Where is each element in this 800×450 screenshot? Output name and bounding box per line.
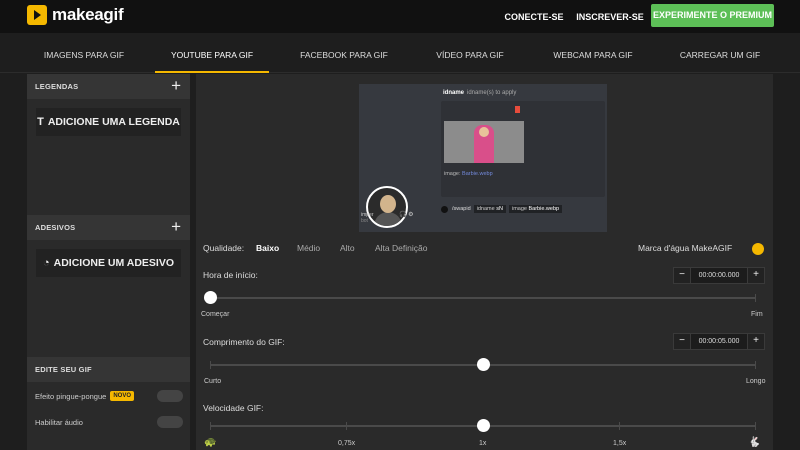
start-min-label: Começar bbox=[201, 311, 230, 318]
start-max-label: Fim bbox=[751, 311, 763, 318]
add-caption-plus-icon[interactable]: + bbox=[171, 77, 181, 94]
gif-length-label: Comprimento do GIF: bbox=[203, 337, 285, 347]
start-time-minus-button[interactable]: − bbox=[673, 267, 691, 284]
preview-message-card: image: Barbie.webp bbox=[441, 101, 605, 197]
signup-button[interactable]: INSCREVER-SE bbox=[576, 6, 644, 28]
add-caption-label: ADICIONE UMA LEGENDA bbox=[47, 116, 180, 128]
audio-option: Habilitar áudio bbox=[35, 414, 183, 430]
quality-low[interactable]: Baixo bbox=[256, 243, 279, 253]
captions-header: LEGENDAS + bbox=[27, 74, 190, 99]
speed-mark-1: 1x bbox=[479, 440, 487, 447]
logo[interactable]: makeagif bbox=[27, 5, 124, 25]
preview-command-hint: idname(s) to apply bbox=[467, 90, 517, 96]
tab-upload-gif[interactable]: CARREGAR UM GIF bbox=[668, 33, 772, 73]
preview-command-name: idname bbox=[443, 90, 465, 96]
preview-username: imper bot bbox=[361, 212, 374, 224]
watermark-toggle[interactable] bbox=[752, 243, 764, 255]
preview-image-caption: image: Barbie.webp bbox=[444, 171, 493, 177]
tab-bar: IMAGENS PARA GIF YOUTUBE PARA GIF FACEBO… bbox=[0, 33, 800, 73]
add-sticker-label: ADICIONE UM ADESIVO bbox=[53, 257, 175, 269]
gif-length-slider-thumb[interactable] bbox=[477, 358, 490, 371]
gif-speed-slider[interactable] bbox=[210, 419, 756, 432]
speed-mark-075: 0,75x bbox=[338, 440, 356, 447]
stickers-header: ADESIVOS + bbox=[27, 215, 190, 240]
gif-speed-label: Velocidade GIF: bbox=[203, 403, 264, 413]
add-sticker-plus-icon[interactable]: + bbox=[171, 218, 181, 235]
preview-command-header: idname idname(s) to apply bbox=[443, 90, 516, 96]
pingpong-option: Efeito pingue-pongue NOVO bbox=[35, 388, 183, 404]
gif-length-stepper: − 00:00:05.000 + bbox=[673, 333, 765, 350]
preview-image bbox=[444, 121, 524, 163]
quality-medium[interactable]: Médio bbox=[297, 243, 320, 253]
tab-facebook-to-gif[interactable]: FACEBOOK PARA GIF bbox=[290, 33, 398, 73]
chip-idname: idname sN bbox=[473, 205, 506, 213]
start-time-slider[interactable] bbox=[204, 291, 756, 304]
start-time-plus-button[interactable]: + bbox=[747, 267, 765, 284]
captions-title: LEGENDAS bbox=[35, 82, 79, 91]
add-caption-button[interactable]: T ADICIONE UMA LEGENDA bbox=[36, 108, 181, 136]
quality-label: Qualidade: bbox=[203, 243, 245, 253]
logo-play-icon bbox=[27, 5, 47, 25]
edit-gif-title: EDITE SEU GIF bbox=[35, 365, 92, 374]
gif-length-minus-button[interactable]: − bbox=[673, 333, 691, 350]
start-time-stepper: − 00:00:00.000 + bbox=[673, 267, 765, 284]
logo-text: makeagif bbox=[52, 5, 124, 24]
editor-panel: idname idname(s) to apply image: Barbie.w… bbox=[196, 74, 773, 450]
tab-youtube-to-gif[interactable]: YOUTUBE PARA GIF bbox=[155, 33, 269, 73]
preview-command: /swapid bbox=[452, 206, 471, 212]
gif-length-input[interactable]: 00:00:05.000 bbox=[691, 333, 747, 350]
quality-hd[interactable]: Alta Definição bbox=[375, 243, 427, 253]
quality-high[interactable]: Alto bbox=[340, 243, 355, 253]
sticker-icon: ◔ bbox=[42, 257, 50, 269]
edit-gif-header: EDITE SEU GIF bbox=[27, 357, 190, 382]
start-time-slider-thumb[interactable] bbox=[204, 291, 217, 304]
gif-length-plus-button[interactable]: + bbox=[747, 333, 765, 350]
add-sticker-button[interactable]: ◔ ADICIONE UM ADESIVO bbox=[36, 249, 181, 277]
new-badge: NOVO bbox=[110, 391, 134, 401]
pingpong-label: Efeito pingue-pongue bbox=[35, 391, 107, 401]
gif-preview[interactable]: idname idname(s) to apply image: Barbie.w… bbox=[359, 84, 607, 232]
watermark-label: Marca d'água MakeAGIF bbox=[638, 243, 733, 253]
stickers-title: ADESIVOS bbox=[35, 223, 76, 232]
sidebar: LEGENDAS + T ADICIONE UMA LEGENDA ADESIV… bbox=[27, 74, 190, 450]
rabbit-icon: 🐇 bbox=[748, 437, 761, 448]
chip-image: image Barbie.webp bbox=[508, 205, 563, 213]
premium-button[interactable]: EXPERIMENTE O PREMIUM bbox=[651, 4, 774, 27]
login-button[interactable]: CONECTE-SE bbox=[503, 6, 565, 28]
gif-speed-slider-thumb[interactable] bbox=[477, 419, 490, 432]
text-icon: T bbox=[37, 116, 44, 128]
headset-icon: 🎧 ⚙ bbox=[399, 212, 414, 218]
gif-length-slider[interactable] bbox=[210, 358, 756, 371]
length-min-label: Curto bbox=[204, 378, 222, 385]
top-bar: makeagif CONECTE-SE INSCREVER-SE EXPERIM… bbox=[0, 0, 800, 33]
pingpong-toggle[interactable] bbox=[157, 390, 183, 402]
tab-video-to-gif[interactable]: VÍDEO PARA GIF bbox=[424, 33, 516, 73]
start-time-input[interactable]: 00:00:00.000 bbox=[691, 267, 747, 284]
delete-icon bbox=[515, 106, 520, 113]
turtle-icon: 🐢 bbox=[204, 437, 217, 448]
tab-images-to-gif[interactable]: IMAGENS PARA GIF bbox=[26, 33, 142, 73]
length-max-label: Longo bbox=[746, 378, 766, 385]
speed-mark-15: 1,5x bbox=[613, 440, 627, 447]
start-time-label: Hora de início: bbox=[203, 270, 258, 280]
audio-label: Habilitar áudio bbox=[35, 417, 83, 427]
preview-command-line: /swapid idname sN image Barbie.webp bbox=[441, 205, 563, 213]
tab-webcam-to-gif[interactable]: WEBCAM PARA GIF bbox=[543, 33, 643, 73]
preview-image-file: Barbie.webp bbox=[462, 171, 493, 177]
audio-toggle[interactable] bbox=[157, 416, 183, 428]
